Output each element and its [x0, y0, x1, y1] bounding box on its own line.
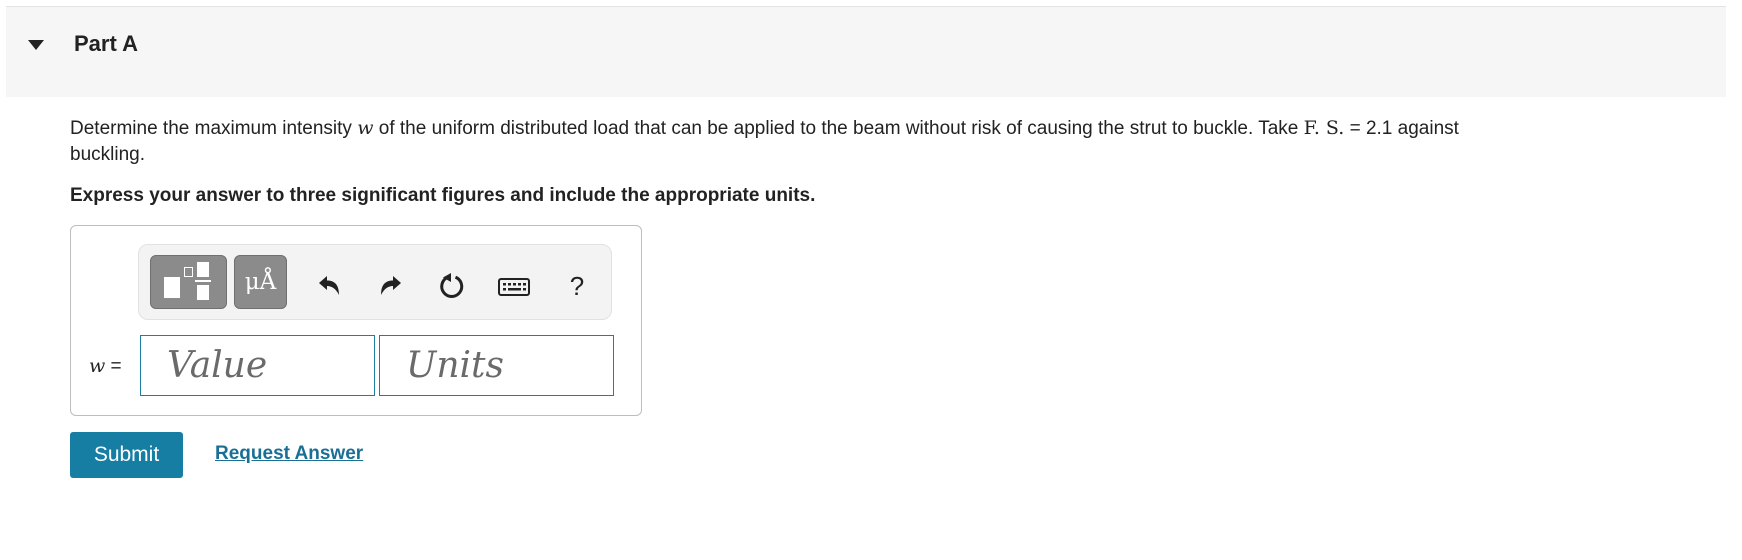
part-header[interactable]: Part A [6, 7, 1726, 97]
question-text-before: Determine the maximum intensity [70, 118, 358, 139]
part-title: Part A [74, 31, 138, 56]
answer-box: μÅ ? w = [70, 225, 642, 416]
answer-variable-label: w = [89, 354, 122, 379]
units-button[interactable]: μÅ [234, 255, 287, 309]
value-input[interactable] [140, 335, 375, 396]
help-button[interactable]: ? [563, 269, 591, 303]
answer-instructions: Express your answer to three significant… [70, 185, 816, 206]
answer-variable: w [89, 355, 106, 377]
templates-button[interactable] [150, 255, 227, 309]
question-text-middle: of the uniform distributed load that can… [373, 118, 1304, 139]
units-input[interactable] [379, 335, 614, 396]
redo-icon[interactable] [376, 271, 406, 301]
keyboard-icon[interactable] [497, 271, 531, 301]
units-label: μÅ [244, 269, 277, 295]
request-answer-link[interactable]: Request Answer [215, 442, 363, 466]
question-variable: w [357, 117, 374, 139]
reset-icon[interactable] [437, 271, 467, 301]
math-toolbar: μÅ ? [138, 244, 612, 320]
answer-equals: = [110, 356, 122, 377]
question-fs-label: F. S. [1303, 117, 1345, 139]
submit-button[interactable]: Submit [70, 432, 183, 478]
undo-icon[interactable] [314, 271, 344, 301]
question-text: Determine the maximum intensity w of the… [70, 115, 1520, 168]
caret-down-icon[interactable] [28, 40, 44, 50]
